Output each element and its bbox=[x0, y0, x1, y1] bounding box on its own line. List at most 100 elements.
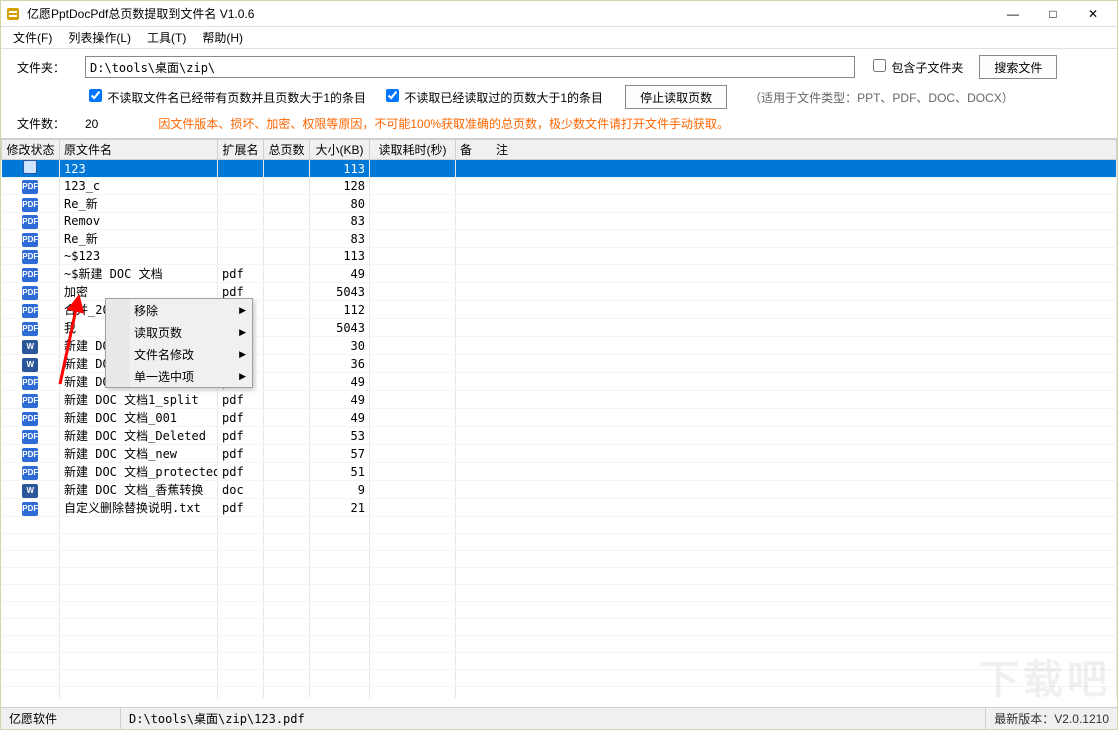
search-button[interactable]: 搜索文件 bbox=[979, 55, 1057, 79]
menu-help[interactable]: 帮助(H) bbox=[194, 27, 251, 48]
row-pages bbox=[264, 427, 310, 445]
row-size: 57 bbox=[310, 445, 370, 463]
table-row[interactable]: PDF~$123113 bbox=[2, 248, 1117, 265]
chevron-right-icon: ▶ bbox=[239, 305, 246, 316]
menu-file[interactable]: 文件(F) bbox=[5, 27, 60, 48]
col-ext[interactable]: 扩展名 bbox=[218, 140, 264, 160]
col-remark[interactable]: 备 注 bbox=[456, 140, 1117, 160]
include-sub-wrapper[interactable]: 包含子文件夹 bbox=[873, 59, 963, 76]
table-row-empty bbox=[2, 585, 1117, 602]
cm-read-label: 读取页数 bbox=[134, 324, 182, 341]
row-filename: Re_新 bbox=[60, 230, 218, 248]
row-remark bbox=[456, 481, 1117, 499]
table-row[interactable]: PDF自定义删除替换说明.txtpdf 21 bbox=[2, 499, 1117, 517]
pdf-file-icon: PDF bbox=[22, 448, 38, 462]
col-time[interactable]: 读取耗时(秒) bbox=[370, 140, 456, 160]
check2-wrapper[interactable]: 不读取已经读取过的页数大于1的条目 bbox=[386, 89, 603, 106]
close-button[interactable]: ✕ bbox=[1073, 2, 1113, 26]
minimize-button[interactable]: — bbox=[993, 2, 1033, 26]
row-size: 113 bbox=[310, 160, 370, 178]
row-time bbox=[370, 373, 456, 391]
col-pages[interactable]: 总页数 bbox=[264, 140, 310, 160]
table-row[interactable]: PDFRemov83 bbox=[2, 213, 1117, 230]
row-filename: ~$新建 DOC 文档 bbox=[60, 265, 218, 283]
row-size: 83 bbox=[310, 230, 370, 248]
table-row[interactable]: W新建 DOC 文档_香蕉转换doc9 bbox=[2, 481, 1117, 499]
app-icon bbox=[5, 6, 21, 22]
row-filename: 自定义删除替换说明.txt bbox=[60, 499, 218, 517]
status-path: D:\tools\桌面\zip\123.pdf bbox=[121, 708, 986, 729]
stop-read-button[interactable]: 停止读取页数 bbox=[625, 85, 727, 109]
table-row-empty bbox=[2, 687, 1117, 699]
row-size: 80 bbox=[310, 195, 370, 213]
table-row[interactable]: PDF新建 DOC 文档_protectedpdf51 bbox=[2, 463, 1117, 481]
row-pages bbox=[264, 319, 310, 337]
table-row[interactable]: PDFRe_新83 bbox=[2, 230, 1117, 248]
row-time bbox=[370, 481, 456, 499]
check1-wrapper[interactable]: 不读取文件名已经带有页数并且页数大于1的条目 bbox=[89, 89, 366, 106]
folder-input[interactable] bbox=[85, 56, 855, 78]
row-filename: 新建 DOC 文档_new bbox=[60, 445, 218, 463]
include-sub-checkbox[interactable] bbox=[873, 59, 886, 72]
table-row[interactable]: PDF Re_新 80 bbox=[2, 195, 1117, 213]
maximize-button[interactable]: □ bbox=[1033, 2, 1073, 26]
check1-checkbox[interactable] bbox=[89, 89, 102, 102]
table-row[interactable]: PDF新建 DOC 文档_Deletedpdf53 bbox=[2, 427, 1117, 445]
row-icon-cell: PDF bbox=[2, 499, 60, 517]
table-row[interactable]: PDF新建 DOC 文档_001pdf49 bbox=[2, 409, 1117, 427]
row-filename: 123_c bbox=[60, 178, 218, 195]
row-icon-cell: PDF bbox=[2, 301, 60, 319]
row-size: 21 bbox=[310, 499, 370, 517]
row-remark bbox=[456, 463, 1117, 481]
row-ext bbox=[218, 230, 264, 248]
row-icon-cell: PDF bbox=[2, 178, 60, 195]
row-ext: pdf bbox=[218, 499, 264, 517]
col-size[interactable]: 大小(KB) bbox=[310, 140, 370, 160]
cm-select-one[interactable]: 单一选中项▶ bbox=[106, 365, 252, 387]
file-table: 修改状态 原文件名 扩展名 总页数 大小(KB) 读取耗时(秒) 备 注 123… bbox=[1, 139, 1117, 698]
row-size: 9 bbox=[310, 481, 370, 499]
check2-checkbox[interactable] bbox=[386, 89, 399, 102]
menu-list[interactable]: 列表操作(L) bbox=[60, 27, 139, 48]
row-remark bbox=[456, 319, 1117, 337]
row-pages bbox=[264, 213, 310, 230]
table-row[interactable]: PDF新建 DOC 文档1_splitpdf49 bbox=[2, 391, 1117, 409]
menu-tool[interactable]: 工具(T) bbox=[139, 27, 194, 48]
row-remark bbox=[456, 391, 1117, 409]
table-row[interactable]: PDF~$新建 DOC 文档pdf49 bbox=[2, 265, 1117, 283]
row-remark bbox=[456, 283, 1117, 301]
col-status[interactable]: 修改状态 bbox=[2, 140, 60, 160]
table-row-empty bbox=[2, 534, 1117, 551]
row-size: 53 bbox=[310, 427, 370, 445]
col-filename[interactable]: 原文件名 bbox=[60, 140, 218, 160]
row-size: 5043 bbox=[310, 283, 370, 301]
pdf-file-icon: PDF bbox=[22, 198, 38, 212]
cm-rename[interactable]: 文件名修改▶ bbox=[106, 343, 252, 365]
row-pages bbox=[264, 463, 310, 481]
row-pages bbox=[264, 265, 310, 283]
row-filename: Re_新 bbox=[60, 195, 218, 213]
row-filename: 新建 DOC 文档1_split bbox=[60, 391, 218, 409]
table-row-empty bbox=[2, 551, 1117, 568]
cm-remove[interactable]: 移除▶ bbox=[106, 299, 252, 321]
row-remark bbox=[456, 195, 1117, 213]
table-row[interactable]: PDF新建 DOC 文档_newpdf57 bbox=[2, 445, 1117, 463]
row-pages bbox=[264, 409, 310, 427]
table-row-empty bbox=[2, 517, 1117, 534]
row-filename: Remov bbox=[60, 213, 218, 230]
file-table-wrap[interactable]: 修改状态 原文件名 扩展名 总页数 大小(KB) 读取耗时(秒) 备 注 123… bbox=[1, 138, 1117, 698]
row-time bbox=[370, 391, 456, 409]
row-ext bbox=[218, 178, 264, 195]
row-remark bbox=[456, 499, 1117, 517]
row-remark bbox=[456, 445, 1117, 463]
cm-read-pages[interactable]: 读取页数 ▶ bbox=[106, 321, 252, 343]
chevron-right-icon: ▶ bbox=[239, 327, 246, 338]
row-ext bbox=[218, 248, 264, 265]
table-row[interactable]: PDF123_c128 bbox=[2, 178, 1117, 195]
row-icon-cell: W bbox=[2, 481, 60, 499]
check1-label: 不读取文件名已经带有页数并且页数大于1的条目 bbox=[107, 91, 366, 105]
table-row-empty bbox=[2, 568, 1117, 585]
table-row[interactable]: 123113 bbox=[2, 160, 1117, 178]
chevron-right-icon: ▶ bbox=[239, 349, 246, 360]
warning-text: 因文件版本、损坏、加密、权限等原因，不可能100%获取准确的总页数，极少数文件请… bbox=[158, 115, 729, 132]
